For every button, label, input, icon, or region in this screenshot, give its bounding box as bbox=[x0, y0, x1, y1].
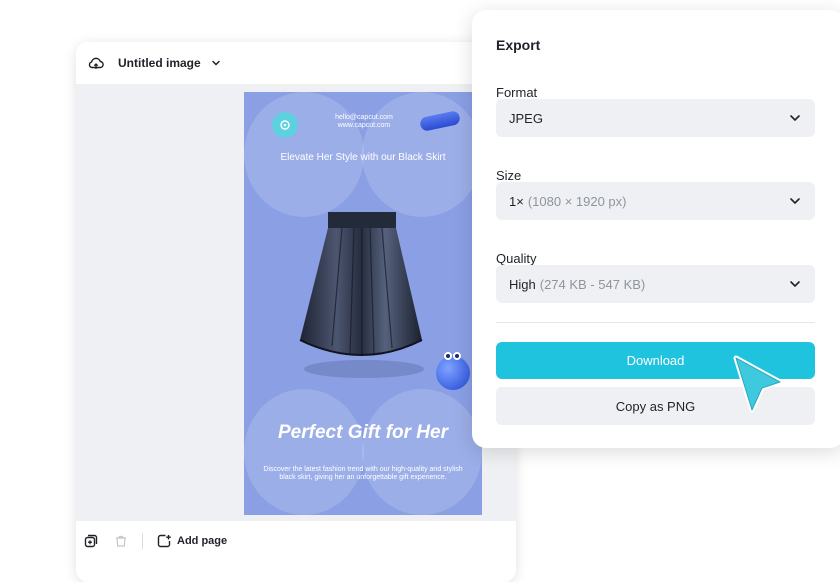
add-page-icon bbox=[155, 532, 173, 550]
chevron-down-icon bbox=[790, 115, 800, 122]
size-value: 1× bbox=[509, 193, 524, 209]
duplicate-page-icon[interactable] bbox=[82, 532, 100, 550]
trash-icon[interactable] bbox=[112, 532, 130, 550]
poster-website: www.capcut.com bbox=[337, 122, 391, 129]
blob-eye bbox=[453, 352, 461, 360]
decor-circle bbox=[362, 389, 482, 515]
blob-eye bbox=[444, 352, 452, 360]
size-detail: (1080 × 1920 px) bbox=[527, 193, 627, 209]
poster-description: Discover the latest fashion trend with o… bbox=[263, 466, 463, 481]
format-select[interactable]: JPEG bbox=[496, 99, 815, 137]
decor-blob-character bbox=[436, 352, 470, 390]
poster-email: hello@capcut.com bbox=[335, 114, 393, 121]
quality-label: Quality bbox=[496, 251, 537, 266]
quality-detail: (274 KB - 547 KB) bbox=[539, 276, 646, 292]
brand-logo-icon bbox=[272, 112, 298, 138]
add-page-label: Add page bbox=[177, 535, 228, 547]
poster-heading: Elevate Her Style with our Black Skirt bbox=[280, 152, 446, 163]
poster-contact: hello@capcut.com www.capcut.com bbox=[324, 114, 404, 130]
design-poster[interactable]: hello@capcut.com www.capcut.com Elevate … bbox=[244, 92, 482, 515]
chevron-down-icon[interactable] bbox=[211, 57, 223, 69]
bottom-toolbar: Add page bbox=[76, 521, 516, 561]
format-label: Format bbox=[496, 85, 538, 100]
editor-header: Untitled image bbox=[76, 42, 516, 84]
pointer-cursor-icon bbox=[733, 355, 783, 413]
size-select[interactable]: 1× (1080 × 1920 px) bbox=[496, 182, 815, 220]
document-title[interactable]: Untitled image bbox=[118, 56, 201, 70]
export-title: Export bbox=[496, 37, 541, 53]
size-label: Size bbox=[496, 168, 522, 183]
chevron-down-icon bbox=[790, 281, 800, 288]
format-value: JPEG bbox=[509, 110, 543, 126]
cloud-sync-icon[interactable] bbox=[86, 53, 106, 73]
black-skirt-image bbox=[299, 212, 423, 356]
toolbar-divider bbox=[142, 533, 143, 549]
chevron-down-icon bbox=[790, 198, 800, 205]
panel-divider bbox=[496, 322, 815, 323]
add-page-button[interactable]: Add page bbox=[155, 532, 227, 550]
poster-tagline: Perfect Gift for Her bbox=[278, 422, 448, 443]
quality-select[interactable]: High (274 KB - 547 KB) bbox=[496, 265, 815, 303]
decor-circle bbox=[244, 389, 364, 515]
quality-value: High bbox=[509, 276, 536, 292]
